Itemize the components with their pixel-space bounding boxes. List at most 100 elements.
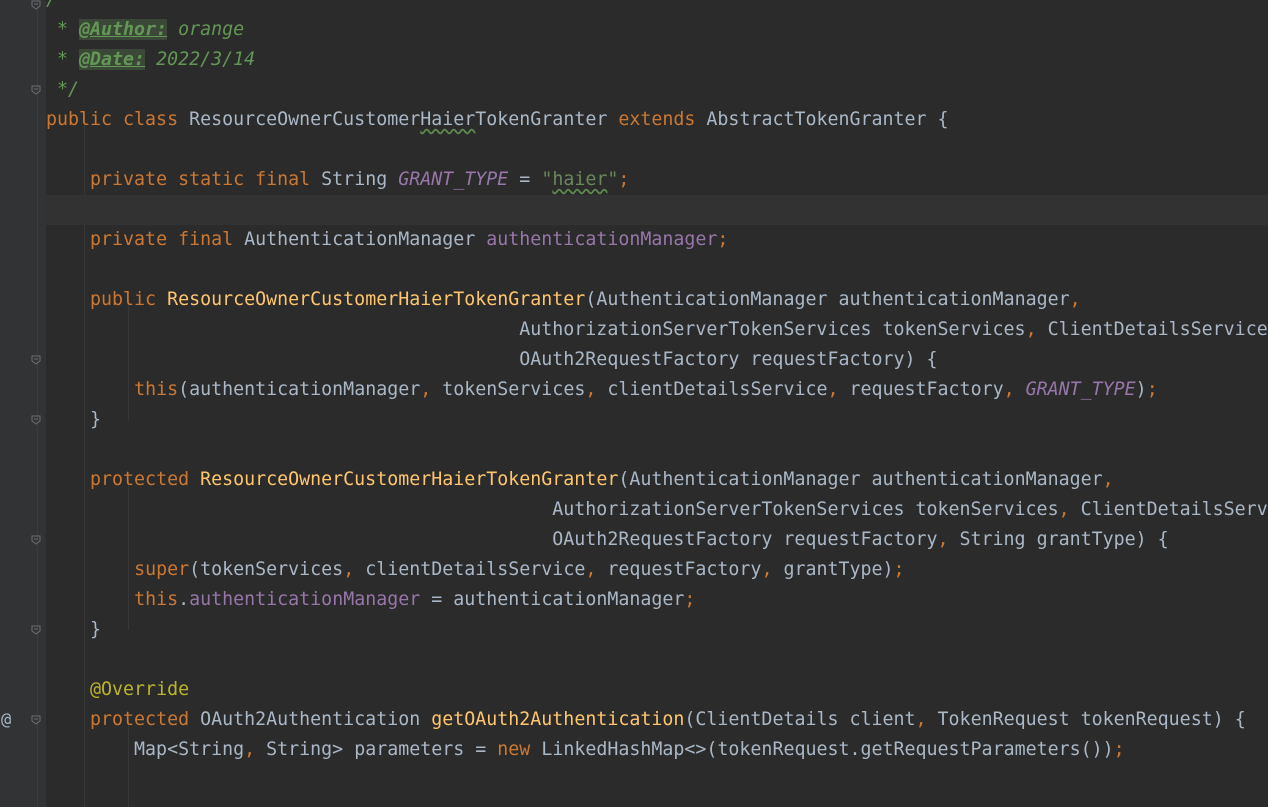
code-line[interactable]: OAuth2RequestFactory requestFactory) {	[46, 345, 1268, 375]
code-token: ,	[827, 379, 850, 400]
code-line[interactable]	[46, 645, 1268, 675]
code-token: "	[541, 169, 553, 190]
code-line[interactable]: * @Author: orange	[46, 15, 1268, 45]
override-marker-icon[interactable]: @	[1, 705, 11, 735]
code-token: clientDetailsService	[365, 559, 586, 580]
code-line[interactable]: */	[46, 75, 1268, 105]
fold-toggle-icon[interactable]	[31, 415, 41, 425]
code-token: ;	[618, 169, 630, 190]
code-token: (authenticationManager	[178, 379, 421, 400]
code-token: ,	[343, 559, 366, 580]
code-token: AuthorizationServerTokenServices tokenSe…	[46, 319, 1026, 340]
code-token: Haier	[420, 109, 476, 130]
code-token: ClientDetailsService clientDetailsServic…	[1047, 319, 1268, 340]
code-editor[interactable]: @ /** * @Author: orange * @Date: 2022/3/…	[0, 0, 1268, 807]
code-token: .	[178, 589, 190, 610]
code-token: requestFactory	[607, 559, 762, 580]
code-token: ,	[761, 559, 784, 580]
gutter-divider	[37, 0, 38, 807]
code-token: *	[46, 49, 80, 70]
code-token: OAuth2Authentication	[200, 709, 432, 730]
code-token: orange	[167, 19, 245, 40]
code-line[interactable]: OAuth2RequestFactory requestFactory, Str…	[46, 525, 1268, 555]
code-line[interactable]	[46, 435, 1268, 465]
code-token: public	[90, 289, 168, 310]
code-line[interactable]: }	[46, 405, 1268, 435]
code-token: String> parameters =	[266, 739, 498, 760]
editor-gutter[interactable]: @	[0, 0, 46, 807]
code-line[interactable]	[46, 255, 1268, 285]
code-line[interactable]: AuthorizationServerTokenServices tokenSe…	[46, 315, 1268, 345]
code-token: private static final	[90, 169, 322, 190]
code-token: OAuth2RequestFactory requestFactory) {	[46, 349, 938, 370]
code-token: this	[134, 379, 179, 400]
code-line[interactable]	[46, 135, 1268, 165]
code-line[interactable]: * @Date: 2022/3/14	[46, 45, 1268, 75]
code-token: protected	[90, 709, 201, 730]
code-token: (ClientDetails client	[684, 709, 916, 730]
code-line[interactable]	[46, 765, 1268, 795]
code-token: super	[134, 559, 190, 580]
fold-toggle-icon[interactable]	[31, 535, 41, 545]
code-line[interactable]: this(authenticationManager, tokenService…	[46, 375, 1268, 405]
code-line[interactable]: @Override	[46, 675, 1268, 705]
code-token: 2022/3/14	[145, 49, 256, 70]
code-line[interactable]	[46, 195, 1268, 225]
code-line[interactable]: AuthorizationServerTokenServices tokenSe…	[46, 495, 1268, 525]
code-token: new	[497, 739, 542, 760]
code-line[interactable]: public class ResourceOwnerCustomerHaierT…	[46, 105, 1268, 135]
code-token: (AuthenticationManager authenticationMan…	[618, 469, 1103, 490]
code-token: ResourceOwnerCustomerHaierTokenGranter	[200, 469, 619, 490]
fold-toggle-icon[interactable]	[31, 355, 41, 365]
code-token: ;	[1146, 379, 1158, 400]
fold-toggle-icon[interactable]	[31, 715, 41, 725]
code-token: /**	[46, 0, 79, 10]
code-token: authenticationManager	[486, 229, 718, 250]
code-token: this	[134, 589, 179, 610]
code-token: ,	[585, 379, 608, 400]
code-token: clientDetailsService	[607, 379, 828, 400]
code-token: ,	[585, 559, 608, 580]
code-token: "	[607, 169, 619, 190]
code-token: ;	[893, 559, 905, 580]
code-line[interactable]: super(tokenServices, clientDetailsServic…	[46, 555, 1268, 585]
code-line[interactable]: /**	[46, 0, 1268, 15]
fold-toggle-icon[interactable]	[31, 0, 41, 10]
code-token: ResourceOwnerCustomerHaierTokenGranter	[167, 289, 586, 310]
code-token: )	[1135, 379, 1147, 400]
code-token: @Override	[90, 679, 190, 700]
code-line[interactable]: Map<String, String> parameters = new Lin…	[46, 735, 1268, 765]
code-token: ;	[684, 589, 696, 610]
code-token: TokenRequest tokenRequest) {	[937, 709, 1246, 730]
code-area[interactable]: /** * @Author: orange * @Date: 2022/3/14…	[46, 0, 1268, 807]
code-line[interactable]: private final AuthenticationManager auth…	[46, 225, 1268, 255]
code-line[interactable]: this.authenticationManager = authenticat…	[46, 585, 1268, 615]
code-token: ,	[915, 709, 938, 730]
code-line[interactable]: protected ResourceOwnerCustomerHaierToke…	[46, 465, 1268, 495]
code-token: String grantType) {	[959, 529, 1169, 550]
code-token: ,	[1102, 469, 1114, 490]
code-token: Map<String	[46, 739, 245, 760]
code-token: ,	[1025, 319, 1048, 340]
code-token: ;	[717, 229, 729, 250]
code-token: ,	[244, 739, 267, 760]
code-line[interactable]: }	[46, 615, 1268, 645]
code-token: =	[508, 169, 542, 190]
code-token: }	[46, 619, 102, 640]
code-token: TokenGranter	[475, 109, 619, 130]
code-token: public class	[46, 109, 190, 130]
code-token: (tokenServices	[189, 559, 344, 580]
code-line[interactable]: private static final String GRANT_TYPE =…	[46, 165, 1268, 195]
fold-toggle-icon[interactable]	[31, 85, 41, 95]
code-line[interactable]: protected OAuth2Authentication getOAuth2…	[46, 705, 1268, 735]
code-token: ResourceOwnerCustomer	[189, 109, 421, 130]
code-line[interactable]: public ResourceOwnerCustomerHaierTokenGr…	[46, 285, 1268, 315]
fold-toggle-icon[interactable]	[31, 625, 41, 635]
code-token: tokenServices	[442, 379, 586, 400]
